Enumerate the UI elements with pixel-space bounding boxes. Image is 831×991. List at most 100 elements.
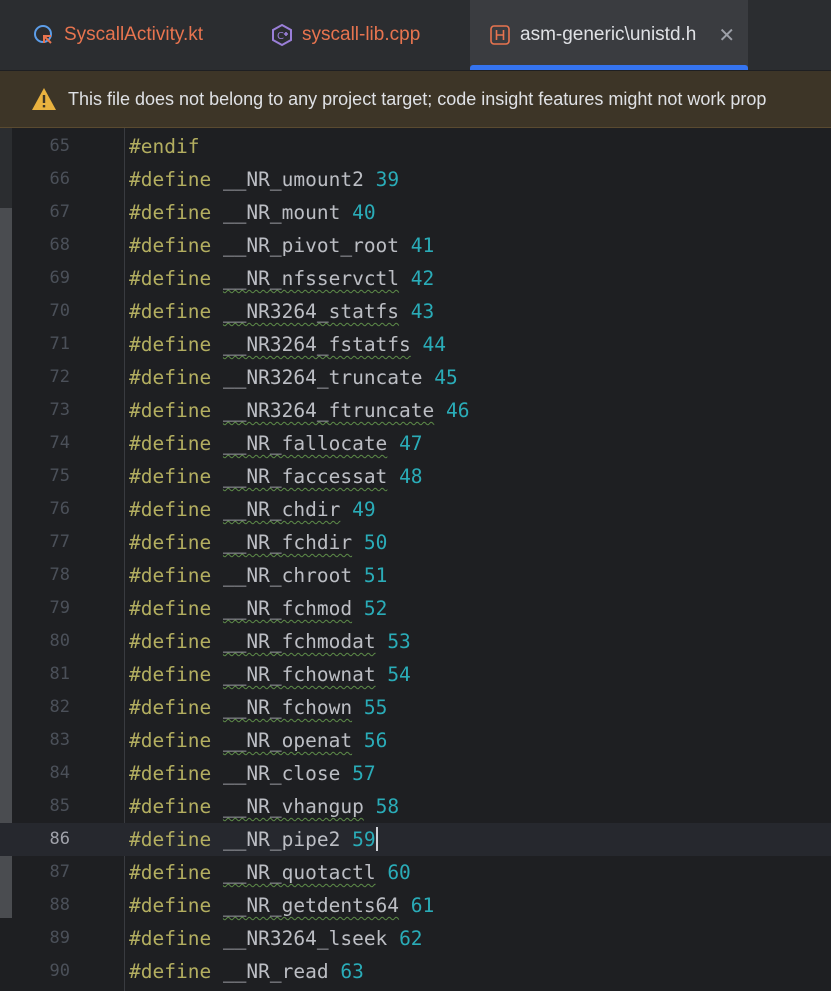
code-line[interactable]: 84 #define __NR_close 57 (0, 757, 831, 790)
code-text: #define __NR_quotactl 60 (129, 856, 411, 889)
macro-name: __NR_faccessat (222, 465, 388, 488)
code-line[interactable]: 87 #define __NR_quotactl 60 (0, 856, 831, 889)
macro-name: __NR_chdir (222, 498, 341, 521)
line-number: 83 (49, 730, 70, 750)
preprocessor-directive: #define (129, 300, 212, 323)
line-number: 65 (49, 136, 70, 156)
code-line[interactable]: 85 #define __NR_vhangup 58 (0, 790, 831, 823)
tab-label: syscall-lib.cpp (302, 24, 421, 45)
macro-value: 51 (363, 564, 388, 587)
code-line[interactable]: 81 #define __NR_fchownat 54 (0, 658, 831, 691)
macro-value: 50 (363, 531, 388, 554)
tab-label: SyscallActivity.kt (64, 24, 204, 45)
macro-name: __NR_fchmod (222, 597, 353, 620)
preprocessor-directive: #define (129, 894, 212, 917)
line-number: 69 (49, 268, 70, 288)
preprocessor-directive: #define (129, 696, 212, 719)
macro-value: 47 (399, 432, 423, 455)
macro-value: 58 (375, 795, 400, 818)
code-line[interactable]: 86 #define __NR_pipe2 59 (0, 823, 831, 856)
preprocessor-directive: #define (129, 531, 212, 554)
close-icon[interactable]: ✕ (718, 23, 735, 48)
code-line[interactable]: 82 #define __NR_fchown 55 (0, 691, 831, 724)
preprocessor-directive: #define (129, 498, 212, 521)
code-text: #define __NR_fchown 55 (129, 691, 387, 724)
preprocessor-directive: #define (129, 234, 212, 257)
preprocessor-directive: #define (129, 432, 212, 455)
code-line[interactable]: 77 #define __NR_fchdir 50 (0, 526, 831, 559)
code-text: #define __NR_umount2 39 (129, 163, 399, 196)
code-line[interactable]: 79 #define __NR_fchmod 52 (0, 592, 831, 625)
line-number: 79 (49, 598, 70, 618)
banner-message: This file does not belong to any project… (68, 88, 767, 109)
macro-value: 46 (446, 399, 470, 422)
preprocessor-directive: #define (129, 201, 212, 224)
macro-name: __NR3264_fstatfs (222, 333, 411, 356)
preprocessor-directive: #define (129, 267, 212, 290)
code-text: #define __NR3264_statfs 43 (129, 295, 434, 328)
macro-value: 40 (352, 201, 376, 224)
preprocessor-directive: #define (129, 597, 212, 620)
cpp-file-icon: C (272, 23, 292, 47)
preprocessor-directive: #define (129, 762, 212, 785)
code-line[interactable]: 73 #define __NR3264_ftruncate 46 (0, 394, 831, 427)
code-line[interactable]: 78 #define __NR_chroot 51 (0, 559, 831, 592)
code-line[interactable]: 72 #define __NR3264_truncate 45 (0, 361, 831, 394)
code-line[interactable]: 70 #define __NR3264_statfs 43 (0, 295, 831, 328)
tab-syscall-activity[interactable]: SyscallActivity.kt (32, 0, 252, 70)
code-line[interactable]: 69 #define __NR_nfsservctl 42 (0, 262, 831, 295)
code-text: #define __NR_fchownat 54 (129, 658, 411, 691)
code-line[interactable]: 66 #define __NR_umount2 39 (0, 163, 831, 196)
code-editor[interactable]: 65 #endif 66 #define __NR_umount2 39 67 #defi… (0, 128, 831, 991)
macro-name: __NR_close (222, 762, 341, 785)
line-number: 66 (49, 169, 70, 189)
macro-name: __NR_fchdir (222, 531, 353, 554)
macro-value: 42 (410, 267, 435, 290)
macro-name: __NR3264_statfs (222, 300, 400, 323)
code-line[interactable]: 88 #define __NR_getdents64 61 (0, 889, 831, 922)
code-text: #define __NR_chdir 49 (129, 493, 376, 526)
line-number: 86 (49, 829, 70, 849)
macro-name: __NR_fchown (222, 696, 353, 719)
tab-syscall-lib[interactable]: C syscall-lib.cpp (270, 0, 460, 70)
macro-value: 55 (363, 696, 388, 719)
line-number: 80 (49, 631, 70, 651)
line-number: 72 (49, 367, 70, 387)
code-text: #define __NR3264_lseek 62 (129, 922, 423, 955)
macro-name: __NR_read (222, 960, 329, 983)
code-line[interactable]: 74 #define __NR_fallocate 47 (0, 427, 831, 460)
preprocessor-directive: #define (129, 465, 212, 488)
line-number: 68 (49, 235, 70, 255)
macro-name: __NR_chroot (222, 564, 353, 587)
code-line[interactable]: 75 #define __NR_faccessat 48 (0, 460, 831, 493)
code-line[interactable]: 90 #define __NR_read 63 (0, 955, 831, 988)
preprocessor-directive: #define (129, 828, 212, 851)
preprocessor-directive: #define (129, 168, 212, 191)
code-text: #define __NR_mount 40 (129, 196, 376, 229)
preprocessor-directive: #define (129, 927, 212, 950)
macro-name: __NR_quotactl (222, 861, 376, 884)
tab-unistd-h[interactable]: asm-generic\unistd.h ✕ (470, 0, 748, 70)
code-line[interactable]: 89 #define __NR3264_lseek 62 (0, 922, 831, 955)
macro-name: __NR_umount2 (222, 168, 364, 191)
header-file-icon (490, 25, 510, 45)
code-line[interactable]: 83 #define __NR_openat 56 (0, 724, 831, 757)
code-text: #define __NR_fallocate 47 (129, 427, 423, 460)
line-number: 73 (49, 400, 70, 420)
code-line[interactable]: 67 #define __NR_mount 40 (0, 196, 831, 229)
code-text: #define __NR3264_truncate 45 (129, 361, 458, 394)
preprocessor-directive: #define (129, 729, 212, 752)
macro-value: 41 (410, 234, 435, 257)
code-line[interactable]: 80 #define __NR_fchmodat 53 (0, 625, 831, 658)
preprocessor-directive: #define (129, 960, 212, 983)
preprocessor-directive: #define (129, 795, 212, 818)
macro-name: __NR3264_ftruncate (222, 399, 435, 422)
macro-value: 45 (434, 366, 458, 389)
active-tab-indicator (470, 65, 748, 70)
code-line[interactable]: 65 #endif (0, 130, 831, 163)
macro-name: __NR_openat (222, 729, 353, 752)
code-text: #define __NR3264_fstatfs 44 (129, 328, 446, 361)
code-line[interactable]: 76 #define __NR_chdir 49 (0, 493, 831, 526)
code-line[interactable]: 68 #define __NR_pivot_root 41 (0, 229, 831, 262)
code-line[interactable]: 71 #define __NR3264_fstatfs 44 (0, 328, 831, 361)
